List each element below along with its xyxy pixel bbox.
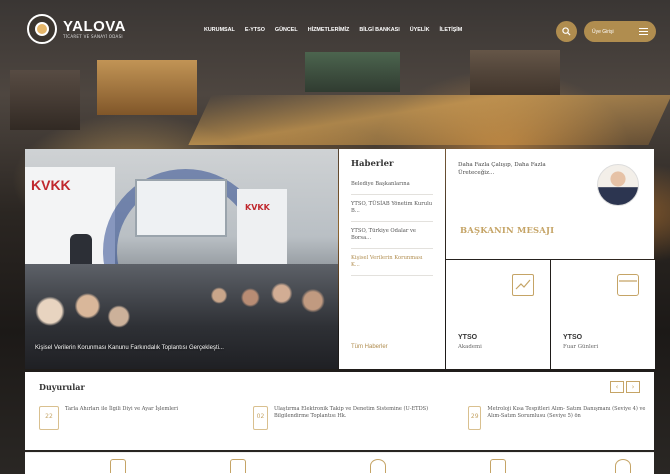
announcements-panel: Duyurular ‹ › 22 Tarla Ahırları ile İlgi… bbox=[25, 372, 654, 450]
quick-link-icon[interactable] bbox=[615, 459, 631, 473]
news-panel: Haberler Belediye Başkanlarına YTSO, TÜS… bbox=[339, 149, 445, 369]
city-lights bbox=[188, 95, 670, 145]
news-item[interactable]: YTSO, TÜSİAB Yönetim Kurulu B... bbox=[351, 195, 433, 222]
building-image bbox=[97, 60, 197, 115]
nav-item-hizmetlerimiz[interactable]: HİZMETLERİMİZ bbox=[308, 27, 350, 33]
academy-tile[interactable]: YTSO Akademi bbox=[446, 260, 550, 369]
nav-item-e-ytso[interactable]: E-YTSO bbox=[245, 27, 265, 33]
search-button[interactable] bbox=[556, 21, 577, 42]
tile-title: YTSO bbox=[458, 334, 478, 341]
tile-title: YTSO bbox=[563, 334, 583, 341]
president-message-label[interactable]: BAŞKANIN MESAJI bbox=[460, 225, 554, 235]
speaker-figure bbox=[70, 234, 92, 264]
logo-emblem bbox=[27, 14, 57, 44]
site-logo[interactable]: YALOVA TİCARET VE SANAYİ ODASI bbox=[27, 14, 126, 44]
all-news-link[interactable]: Tüm Haberler bbox=[351, 344, 388, 350]
login-button[interactable]: Üye Girişi bbox=[584, 21, 656, 42]
logo-subtitle: TİCARET VE SANAYİ ODASI bbox=[63, 33, 123, 39]
news-slider[interactable]: KVKK KVKK Kişisel Verilerin Korunması Ka… bbox=[25, 149, 338, 369]
building-image bbox=[10, 70, 80, 130]
announcement-nav: ‹ › bbox=[610, 381, 640, 393]
news-title: Haberler bbox=[351, 159, 394, 169]
announcement-text: Ulaştırma Elektronik Takip ve Denetim Si… bbox=[273, 406, 429, 419]
logo-name: YALOVA bbox=[63, 17, 127, 35]
calendar-icon bbox=[617, 274, 639, 296]
nav-item-kurumsal[interactable]: KURUMSAL bbox=[204, 27, 235, 33]
news-item-active[interactable]: Kişisel Verilerin Korunması K... bbox=[351, 249, 433, 276]
search-icon bbox=[562, 27, 571, 36]
login-label: Üye Girişi bbox=[592, 28, 614, 35]
quick-link-icon[interactable] bbox=[230, 459, 246, 473]
announcement-text: Metroloji Kısa Tespitleri Alım- Satım Da… bbox=[487, 406, 646, 419]
president-quote: Daha Fazla Çalışıp, Daha Fazla Üreteceği… bbox=[458, 162, 546, 176]
announcement-item[interactable]: 29 Metroloji Kısa Tespitleri Alım- Satım… bbox=[468, 406, 648, 430]
quick-link-icon[interactable] bbox=[370, 459, 386, 473]
news-item[interactable]: Belediye Başkanlarına bbox=[351, 175, 433, 195]
quick-link-icon[interactable] bbox=[110, 459, 126, 473]
announcement-item[interactable]: 02 Ulaştırma Elektronik Takip ve Denetim… bbox=[253, 406, 438, 430]
site-header: YALOVA TİCARET VE SANAYİ ODASI KURUMSAL … bbox=[0, 0, 670, 60]
nav-item-bilgi-bankasi[interactable]: BİLGİ BANKASI bbox=[359, 27, 399, 33]
quick-links-strip bbox=[25, 452, 654, 474]
next-arrow-icon[interactable]: › bbox=[626, 381, 640, 393]
announcement-text: Tarla Ahırları ile İlgili Diyi ve Ayar İ… bbox=[65, 406, 179, 412]
announcements-title: Duyurular bbox=[39, 382, 85, 392]
slider-caption[interactable]: Kişisel Verilerin Korunması Kanunu Farkı… bbox=[35, 345, 224, 351]
projection-screen bbox=[135, 179, 227, 237]
menu-icon bbox=[639, 27, 648, 36]
nav-item-uyelik[interactable]: ÜYELİK bbox=[410, 27, 430, 33]
announcement-item[interactable]: 22 Tarla Ahırları ile İlgili Diyi ve Aya… bbox=[39, 406, 224, 430]
nav-item-guncel[interactable]: GÜNCEL bbox=[275, 27, 298, 33]
announcement-date: 22 bbox=[39, 406, 59, 430]
tile-subtitle: Fuar Günleri bbox=[563, 344, 599, 350]
chart-icon bbox=[512, 274, 534, 296]
news-item[interactable]: YTSO, Türkiye Odalar ve Borsa... bbox=[351, 222, 433, 249]
quick-link-icon[interactable] bbox=[490, 459, 506, 473]
tile-subtitle: Akademi bbox=[458, 344, 482, 350]
fair-days-tile[interactable]: YTSO Fuar Günleri bbox=[551, 260, 655, 369]
president-message-card[interactable]: Daha Fazla Çalışıp, Daha Fazla Üreteceği… bbox=[446, 149, 654, 259]
kvkk-banner-right: KVKK bbox=[237, 189, 287, 274]
announcement-date: 02 bbox=[253, 406, 268, 430]
prev-arrow-icon[interactable]: ‹ bbox=[610, 381, 624, 393]
nav-item-iletisim[interactable]: İLETİŞİM bbox=[440, 27, 463, 33]
main-nav: KURUMSAL E-YTSO GÜNCEL HİZMETLERİMİZ BİL… bbox=[204, 27, 472, 33]
president-photo bbox=[597, 164, 639, 206]
audience-image bbox=[25, 264, 338, 369]
announcement-date: 29 bbox=[468, 406, 482, 430]
